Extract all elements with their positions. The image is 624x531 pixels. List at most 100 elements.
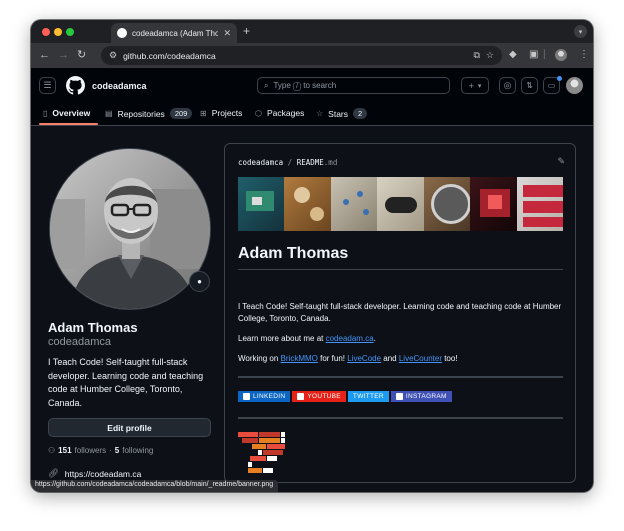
profile-tabs: ▯ Overview ▤ Repositories 209 ⊞ Projects… (31, 104, 593, 126)
tab-close-icon[interactable]: ✕ (223, 28, 231, 38)
edit-pencil-icon[interactable]: ✎ (557, 156, 565, 167)
followers-count[interactable]: 151 (58, 446, 71, 455)
new-tab-button[interactable]: + (243, 25, 250, 37)
people-icon: ⚇ (48, 446, 56, 455)
hamburger-menu-icon[interactable]: ☰ (39, 77, 56, 94)
tab-strip: codeadamca (Adam Thomas) ✕ + ▾ (31, 20, 593, 43)
search-suffix: to search (303, 81, 337, 90)
following-count[interactable]: 5 (115, 446, 119, 455)
back-icon[interactable]: ← (39, 48, 50, 62)
package-icon: ⬡ (255, 108, 262, 118)
issues-button[interactable]: ◎ (499, 77, 516, 94)
header-username[interactable]: codeadamca (92, 81, 147, 91)
star-icon: ☆ (316, 109, 324, 118)
linkedin-label: LINKEDIN (253, 393, 286, 400)
instagram-label: INSTAGRAM (405, 393, 447, 400)
install-app-icon[interactable]: ⧉ (473, 50, 479, 61)
search-input[interactable]: ⌕ Type / to search (257, 77, 450, 94)
github-header: ☰ codeadamca ⌕ Type / to search + ▾ ◎ ⇅ … (31, 68, 593, 104)
working-mid-1: for fun! (317, 354, 348, 363)
url-text[interactable]: github.com/codeadamca (123, 51, 467, 61)
readme-path: codeadamca / README.md (238, 158, 337, 167)
readme-file-name[interactable]: README (297, 158, 324, 167)
issue-opened-icon: ◎ (503, 80, 512, 90)
tab-projects[interactable]: ⊞ Projects (200, 108, 242, 118)
readme-card: codeadamca / README.md ✎ Adam Thomas I T… (224, 143, 576, 483)
user-avatar[interactable] (566, 77, 583, 94)
twitter-badge[interactable]: TWITTER (347, 391, 389, 402)
tab-stars[interactable]: ☆ Stars 2 (316, 108, 368, 119)
readme-heading: Adam Thomas (238, 245, 563, 270)
extension-icon[interactable]: ◆ (509, 48, 517, 62)
followers-label[interactable]: followers (75, 446, 107, 455)
profile-login: codeadamca (48, 336, 111, 348)
toolbar-divider: | (543, 49, 546, 60)
banner-photo-controller (377, 177, 424, 231)
livecounter-link[interactable]: LiveCounter (399, 354, 442, 363)
tab-repositories-label: Repositories (117, 108, 165, 119)
banner-photo-computer (470, 177, 517, 231)
github-logo-icon[interactable] (66, 76, 85, 95)
readme-intro: I Teach Code! Self-taught full-stack dev… (238, 302, 562, 323)
youtube-icon (297, 393, 305, 400)
inbox-icon: ▭ (547, 81, 556, 90)
tab-repositories[interactable]: ▤ Repositories 209 (105, 108, 193, 119)
set-status-button[interactable]: ● (189, 271, 210, 292)
twitter-label: TWITTER (352, 393, 384, 400)
profile-website: 🔗︎ https://codeadam.ca (48, 468, 141, 479)
tab-stars-label: Stars (328, 108, 349, 119)
profile-avatar-large[interactable] (49, 148, 211, 310)
reload-icon[interactable]: ↻ (77, 48, 86, 62)
book-icon: ▯ (43, 108, 48, 118)
readme-owner[interactable]: codeadamca (238, 158, 283, 167)
youtube-label: YOUTUBE (307, 393, 341, 400)
instagram-badge[interactable]: INSTAGRAM (390, 391, 452, 402)
bookmark-star-icon[interactable]: ☆ (486, 50, 494, 61)
follow-separator: · (109, 446, 112, 455)
tab-overview[interactable]: ▯ Overview (43, 108, 90, 118)
livecode-link[interactable]: LiveCode (347, 354, 381, 363)
site-info-icon[interactable]: ⚙ (109, 50, 117, 61)
edit-profile-button[interactable]: Edit profile (48, 418, 211, 437)
smiley-icon: ● (197, 277, 202, 286)
profile-full-name: Adam Thomas (48, 320, 138, 335)
maximize-window-button[interactable] (66, 28, 74, 36)
readme-banner-image[interactable] (238, 177, 563, 231)
linkedin-badge[interactable]: LINKEDIN (238, 391, 291, 402)
path-separator: / (287, 158, 293, 167)
readme-divider-2 (238, 417, 563, 419)
learn-more-suffix: . (373, 334, 376, 343)
close-window-button[interactable] (42, 28, 50, 36)
codeadam-link[interactable]: codeadam.ca (326, 334, 374, 343)
brickmmo-link[interactable]: BrickMMO (281, 354, 318, 363)
browser-tab[interactable]: codeadamca (Adam Thomas) ✕ (111, 23, 237, 43)
working-prefix: Working on (238, 354, 281, 363)
browser-toolbar: ← → ↻ ⚙ github.com/codeadamca ⧉ ☆ ◆ ▣ | … (31, 43, 593, 68)
youtube-badge[interactable]: YOUTUBE (292, 391, 346, 402)
create-new-button[interactable]: + ▾ (461, 77, 489, 94)
browser-menu-icon[interactable]: ⋮ (579, 48, 589, 62)
website-link[interactable]: https://codeadam.ca (65, 469, 142, 479)
tab-search-icon[interactable]: ▾ (574, 25, 587, 38)
follow-stats: ⚇ 151 followers · 5 following (48, 446, 153, 455)
banner-photo-raspberry-pi (516, 177, 563, 231)
tab-packages[interactable]: ⬡ Packages (255, 108, 304, 118)
link-icon: 🔗︎ (48, 468, 59, 478)
browser-window: codeadamca (Adam Thomas) ✕ + ▾ ← → ↻ ⚙ g… (31, 20, 593, 492)
repo-icon: ▤ (105, 109, 113, 118)
extensions-puzzle-icon[interactable]: ▣ (529, 48, 538, 62)
address-bar[interactable]: ⚙ github.com/codeadamca ⧉ ☆ (101, 46, 502, 65)
browser-profile-avatar[interactable] (555, 49, 567, 61)
tab-overview-label: Overview (52, 108, 91, 118)
banner-photo-parts (330, 177, 378, 231)
readme-divider-1 (238, 376, 563, 378)
pull-requests-button[interactable]: ⇅ (521, 77, 538, 94)
search-shortcut-key: / (293, 82, 302, 91)
minimize-window-button[interactable] (54, 28, 62, 36)
stars-count: 2 (353, 108, 368, 119)
profile-bio: I Teach Code! Self-taught full-stack dev… (48, 357, 204, 408)
linkedin-icon (243, 393, 250, 400)
following-label[interactable]: following (122, 446, 153, 455)
working-suffix: too! (441, 354, 458, 363)
forward-icon[interactable]: → (58, 48, 69, 62)
